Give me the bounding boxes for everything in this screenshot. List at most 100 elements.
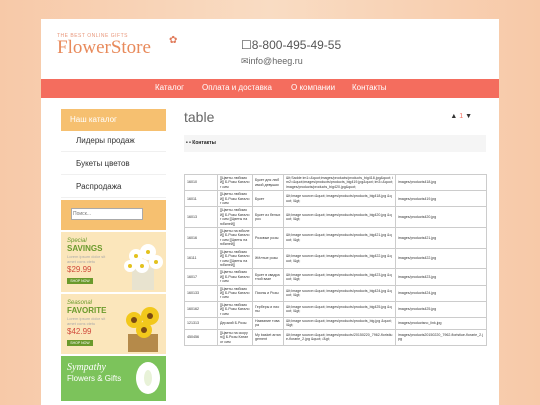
table-cell: [[Цветы на скорую]] Б.Розы Каталог сим (217, 328, 253, 347)
table-cell: images/products419.jpg (395, 190, 487, 208)
table-cell: Букет в квадратной вазе (252, 268, 284, 286)
table-cell: 16011 (184, 190, 218, 208)
table-cell: &lt;Image source=&quot; images/products/… (283, 227, 396, 249)
nav-payment-delivery[interactable]: Оплата и доставка (202, 83, 272, 92)
table-cell: 160133 (184, 284, 218, 302)
table-cell: 16016 (184, 227, 218, 249)
nav-catalog[interactable]: Каталог (155, 83, 184, 92)
table-cell: 16111 (184, 247, 218, 270)
banner-price: $42.99 (67, 327, 92, 336)
table-row: 16011 [[Цветы любимой]] Б.Розы Каталог си… (184, 190, 487, 208)
table-cell: 450456 (184, 328, 218, 347)
sidebar-item-bestsellers[interactable]: Лидеры продаж (61, 131, 166, 152)
banner-title: SAVINGS (67, 244, 103, 253)
banner-special-savings[interactable]: Special SAVINGS Lorem ipsum dolor sit am… (61, 232, 166, 292)
page: THE BEST ONLINE GIFTS FlowerStore ✿ ☐8-8… (41, 19, 499, 405)
table-row: 160162 [[Цветы любимой]] Б.Розы Каталог с… (184, 300, 487, 318)
table-row: 450456 [[Цветы на скорую]] Б.Розы Каталог… (184, 328, 487, 347)
search-box (61, 200, 166, 230)
page-title: table (184, 109, 215, 125)
banner-title: Sympathy (67, 362, 106, 373)
table-cell: images/products418.jpg (395, 173, 487, 192)
prev-page-arrow-icon[interactable]: ▲ (450, 113, 457, 120)
table-cell: &lt;Image source=&quot; images/products/… (283, 328, 396, 347)
logo[interactable]: THE BEST ONLINE GIFTS FlowerStore ✿ (57, 33, 177, 58)
contact-info: ☐8-800-495-49-55 ✉info@heeg.ru (241, 38, 341, 67)
table-row: 16111 [[Цветы любимой]] Б.Розы Каталог си… (184, 247, 487, 270)
sidebar-item-sale[interactable]: Распродажа (61, 177, 166, 198)
table-cell: &lt;Image source=&quot; images/products/… (283, 268, 396, 286)
products-table: 16010 [[Цветы любимой]] Б.Розы Каталог си… (184, 173, 487, 347)
table-cell: 121313 (184, 316, 218, 330)
table-cell: 16010 (184, 173, 218, 192)
table-cell: &lt;Image source=&quot; images/products/… (283, 284, 396, 302)
banner-subtitle: Flowers & Gifts (67, 374, 122, 383)
lily-image (136, 362, 160, 394)
table-row: 16013 [[Цветы любимой]] Б.Розы Каталог си… (184, 206, 487, 229)
table-cell: &lt;Image source=&quot; images/products/… (283, 247, 396, 270)
table-cell: Дерзкий Б.Розы (217, 316, 253, 330)
table-cell: My basket arrangement (252, 328, 284, 347)
table-cell: Букет для любимой девушки (252, 173, 284, 192)
table-cell: [[Цветы любимой]] Б.Розы Каталог сим (217, 268, 253, 286)
breadcrumb: • • Контакты (184, 135, 486, 152)
table-cell: [[Цветы любимой]] Б.Розы Каталог сим (217, 300, 253, 318)
table-cell: Розовые розы (252, 227, 284, 249)
table-cell: &lt;Image source=&quot; images/products/… (283, 206, 396, 229)
banner-sympathy[interactable]: Sympathy Flowers & Gifts (61, 356, 166, 401)
table-cell: images/products420.jpg (395, 206, 487, 229)
flower-icon: ✿ (169, 35, 178, 46)
table-cell: [[Цветы любимой]] Б.Розы Каталог сим [[Ц… (217, 206, 253, 229)
table-cell: &lt;Image source=&quot; images/products/… (283, 300, 396, 318)
table-row: 16010 [[Цветы любимой]] Б.Розы Каталог си… (184, 173, 487, 192)
table-cell: 16013 (184, 206, 218, 229)
phone-number: ☐8-800-495-49-55 (241, 38, 342, 52)
daisy-bouquet-image (124, 244, 163, 290)
banner-text: Lorem ipsum dolor sit amet cons ctetu (67, 316, 106, 326)
table-cell: [[Цветы любимой]] Б.Розы Каталог сим [[Ц… (217, 247, 253, 270)
shop-now-button[interactable]: SHOP NOW (67, 278, 93, 284)
table-cell: images/products424.jpg (395, 284, 487, 302)
table-cell: [[Цветы любимой]] Б.Розы Каталог сим (217, 284, 253, 302)
catalog-title: Наш каталог (61, 109, 166, 131)
table-cell: images/products421.jpg (395, 227, 487, 249)
current-page[interactable]: 1 (459, 113, 463, 120)
table-cell: [[Цветы любимой]] Б.Розы Каталог сим (217, 190, 253, 208)
table-cell: &lt;Image source=&quot; images/products/… (283, 316, 396, 330)
table-cell: Букет (252, 190, 284, 208)
email-address[interactable]: ✉info@heeg.ru (241, 56, 341, 67)
table-row: 16017 [[Цветы любимой]] Б.Розы Каталог си… (184, 268, 487, 286)
sidebar-item-bouquets[interactable]: Букеты цветов (61, 154, 166, 175)
search-input[interactable] (71, 208, 143, 220)
table-row: 16016 [[Цветы на юбилей]] Б.Розы Каталог … (184, 227, 487, 249)
logo-text: FlowerStore (57, 37, 151, 58)
table-cell: images/productsno_link.jpg (395, 316, 487, 330)
table-cell: [[Цветы на юбилей]] Б.Розы Каталог сим [… (217, 227, 253, 249)
table-cell: 160162 (184, 300, 218, 318)
table-row: 160133 [[Цветы любимой]] Б.Розы Каталог с… (184, 284, 487, 302)
table-cell: images/products423.jpg (395, 268, 487, 286)
main-content: table ▲ 1 ▼ • • Контакты 16010 [[Цветы лю… (184, 109, 487, 347)
banner-text: Lorem ipsum dolor sit amet cons ctetu (67, 254, 106, 264)
nav-about[interactable]: О компании (291, 83, 335, 92)
sidebar: Наш каталог Лидеры продаж Букеты цветов … (61, 109, 166, 401)
banner-title: FAVORITE (67, 306, 107, 315)
table-cell: Букет из белых роз (252, 206, 284, 229)
table-cell: 16017 (184, 268, 218, 286)
nav-contacts[interactable]: Контакты (352, 83, 387, 92)
main-nav: Каталог Оплата и доставка О компании Кон… (41, 79, 499, 98)
banner-price: $29.99 (67, 265, 92, 274)
shop-now-button[interactable]: SHOP NOW (67, 340, 93, 346)
table-cell: &lt;Image source=&quot; images/products/… (283, 190, 396, 208)
table-cell: &lt;Sadde im1=&quot;images/products/prod… (283, 173, 396, 192)
header: THE BEST ONLINE GIFTS FlowerStore ✿ ☐8-8… (41, 19, 499, 79)
banner-seasonal-favorite[interactable]: Seasonal FAVORITE Lorem ipsum dolor sit … (61, 294, 166, 354)
table-cell: images/products422.jpg (395, 247, 487, 270)
table-cell: Пионы и Розы (252, 284, 284, 302)
table-cell: images/products20150220_7962-floristiue-… (395, 328, 487, 347)
next-page-arrow-icon[interactable]: ▼ (465, 113, 472, 120)
table-cell: Название товара (252, 316, 284, 330)
table-row: 121313 Дерзкий Б.Розы Название товара &lt;I… (184, 316, 487, 330)
table-cell: [[Цветы любимой]] Б.Розы Каталог сим (217, 173, 253, 192)
pagination: ▲ 1 ▼ (450, 113, 472, 120)
